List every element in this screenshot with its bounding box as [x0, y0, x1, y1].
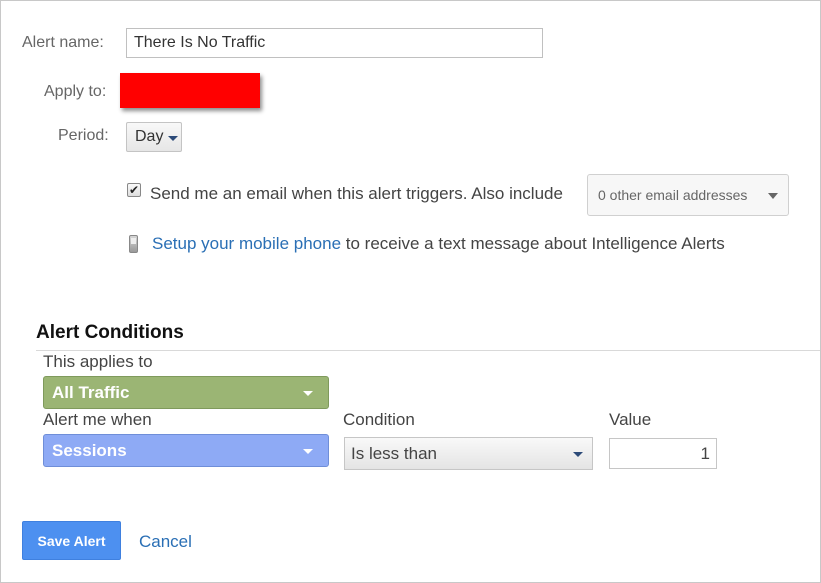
applies-to-dropdown[interactable]: All Traffic: [43, 376, 329, 409]
alert-metric-value: Sessions: [52, 440, 127, 460]
condition-dropdown[interactable]: Is less than: [344, 437, 593, 470]
applies-to-label: This applies to: [43, 352, 153, 371]
alert-name-label: Alert name:: [22, 34, 104, 51]
email-checkbox-label: Send me an email when this alert trigger…: [150, 184, 563, 203]
applies-to-value: All Traffic: [52, 382, 130, 402]
save-alert-button[interactable]: Save Alert: [22, 521, 121, 560]
apply-to-label: Apply to:: [44, 83, 107, 100]
apply-to-redacted-field[interactable]: [120, 73, 260, 108]
period-dropdown[interactable]: Day: [126, 122, 182, 152]
condition-value-input[interactable]: [609, 438, 717, 469]
email-checkbox[interactable]: ✔: [127, 183, 141, 197]
alert-me-when-label: Alert me when: [43, 410, 152, 429]
setup-mobile-link[interactable]: Setup your mobile phone: [152, 234, 341, 253]
mobile-phone-icon: [129, 235, 138, 253]
other-emails-dropdown[interactable]: 0 other email addresses: [587, 174, 789, 216]
section-divider: [36, 350, 820, 351]
chevron-down-icon: [168, 135, 179, 141]
other-emails-value: 0 other email addresses: [598, 187, 748, 203]
cancel-link[interactable]: Cancel: [139, 532, 192, 552]
mobile-setup-row: Setup your mobile phone to receive a tex…: [152, 234, 725, 254]
condition-value: Is less than: [351, 443, 437, 463]
chevron-down-icon: [303, 449, 313, 454]
period-label: Period:: [58, 127, 109, 144]
alert-conditions-heading: Alert Conditions: [36, 322, 184, 343]
alert-metric-dropdown[interactable]: Sessions: [43, 434, 329, 467]
alert-name-input[interactable]: [126, 28, 543, 58]
value-label: Value: [609, 410, 652, 429]
chevron-down-icon: [303, 391, 313, 396]
chevron-down-icon: [768, 193, 778, 199]
chevron-down-icon: [573, 452, 583, 457]
period-value: Day: [135, 128, 164, 145]
condition-label: Condition: [343, 410, 415, 429]
mobile-setup-text: to receive a text message about Intellig…: [341, 234, 725, 253]
